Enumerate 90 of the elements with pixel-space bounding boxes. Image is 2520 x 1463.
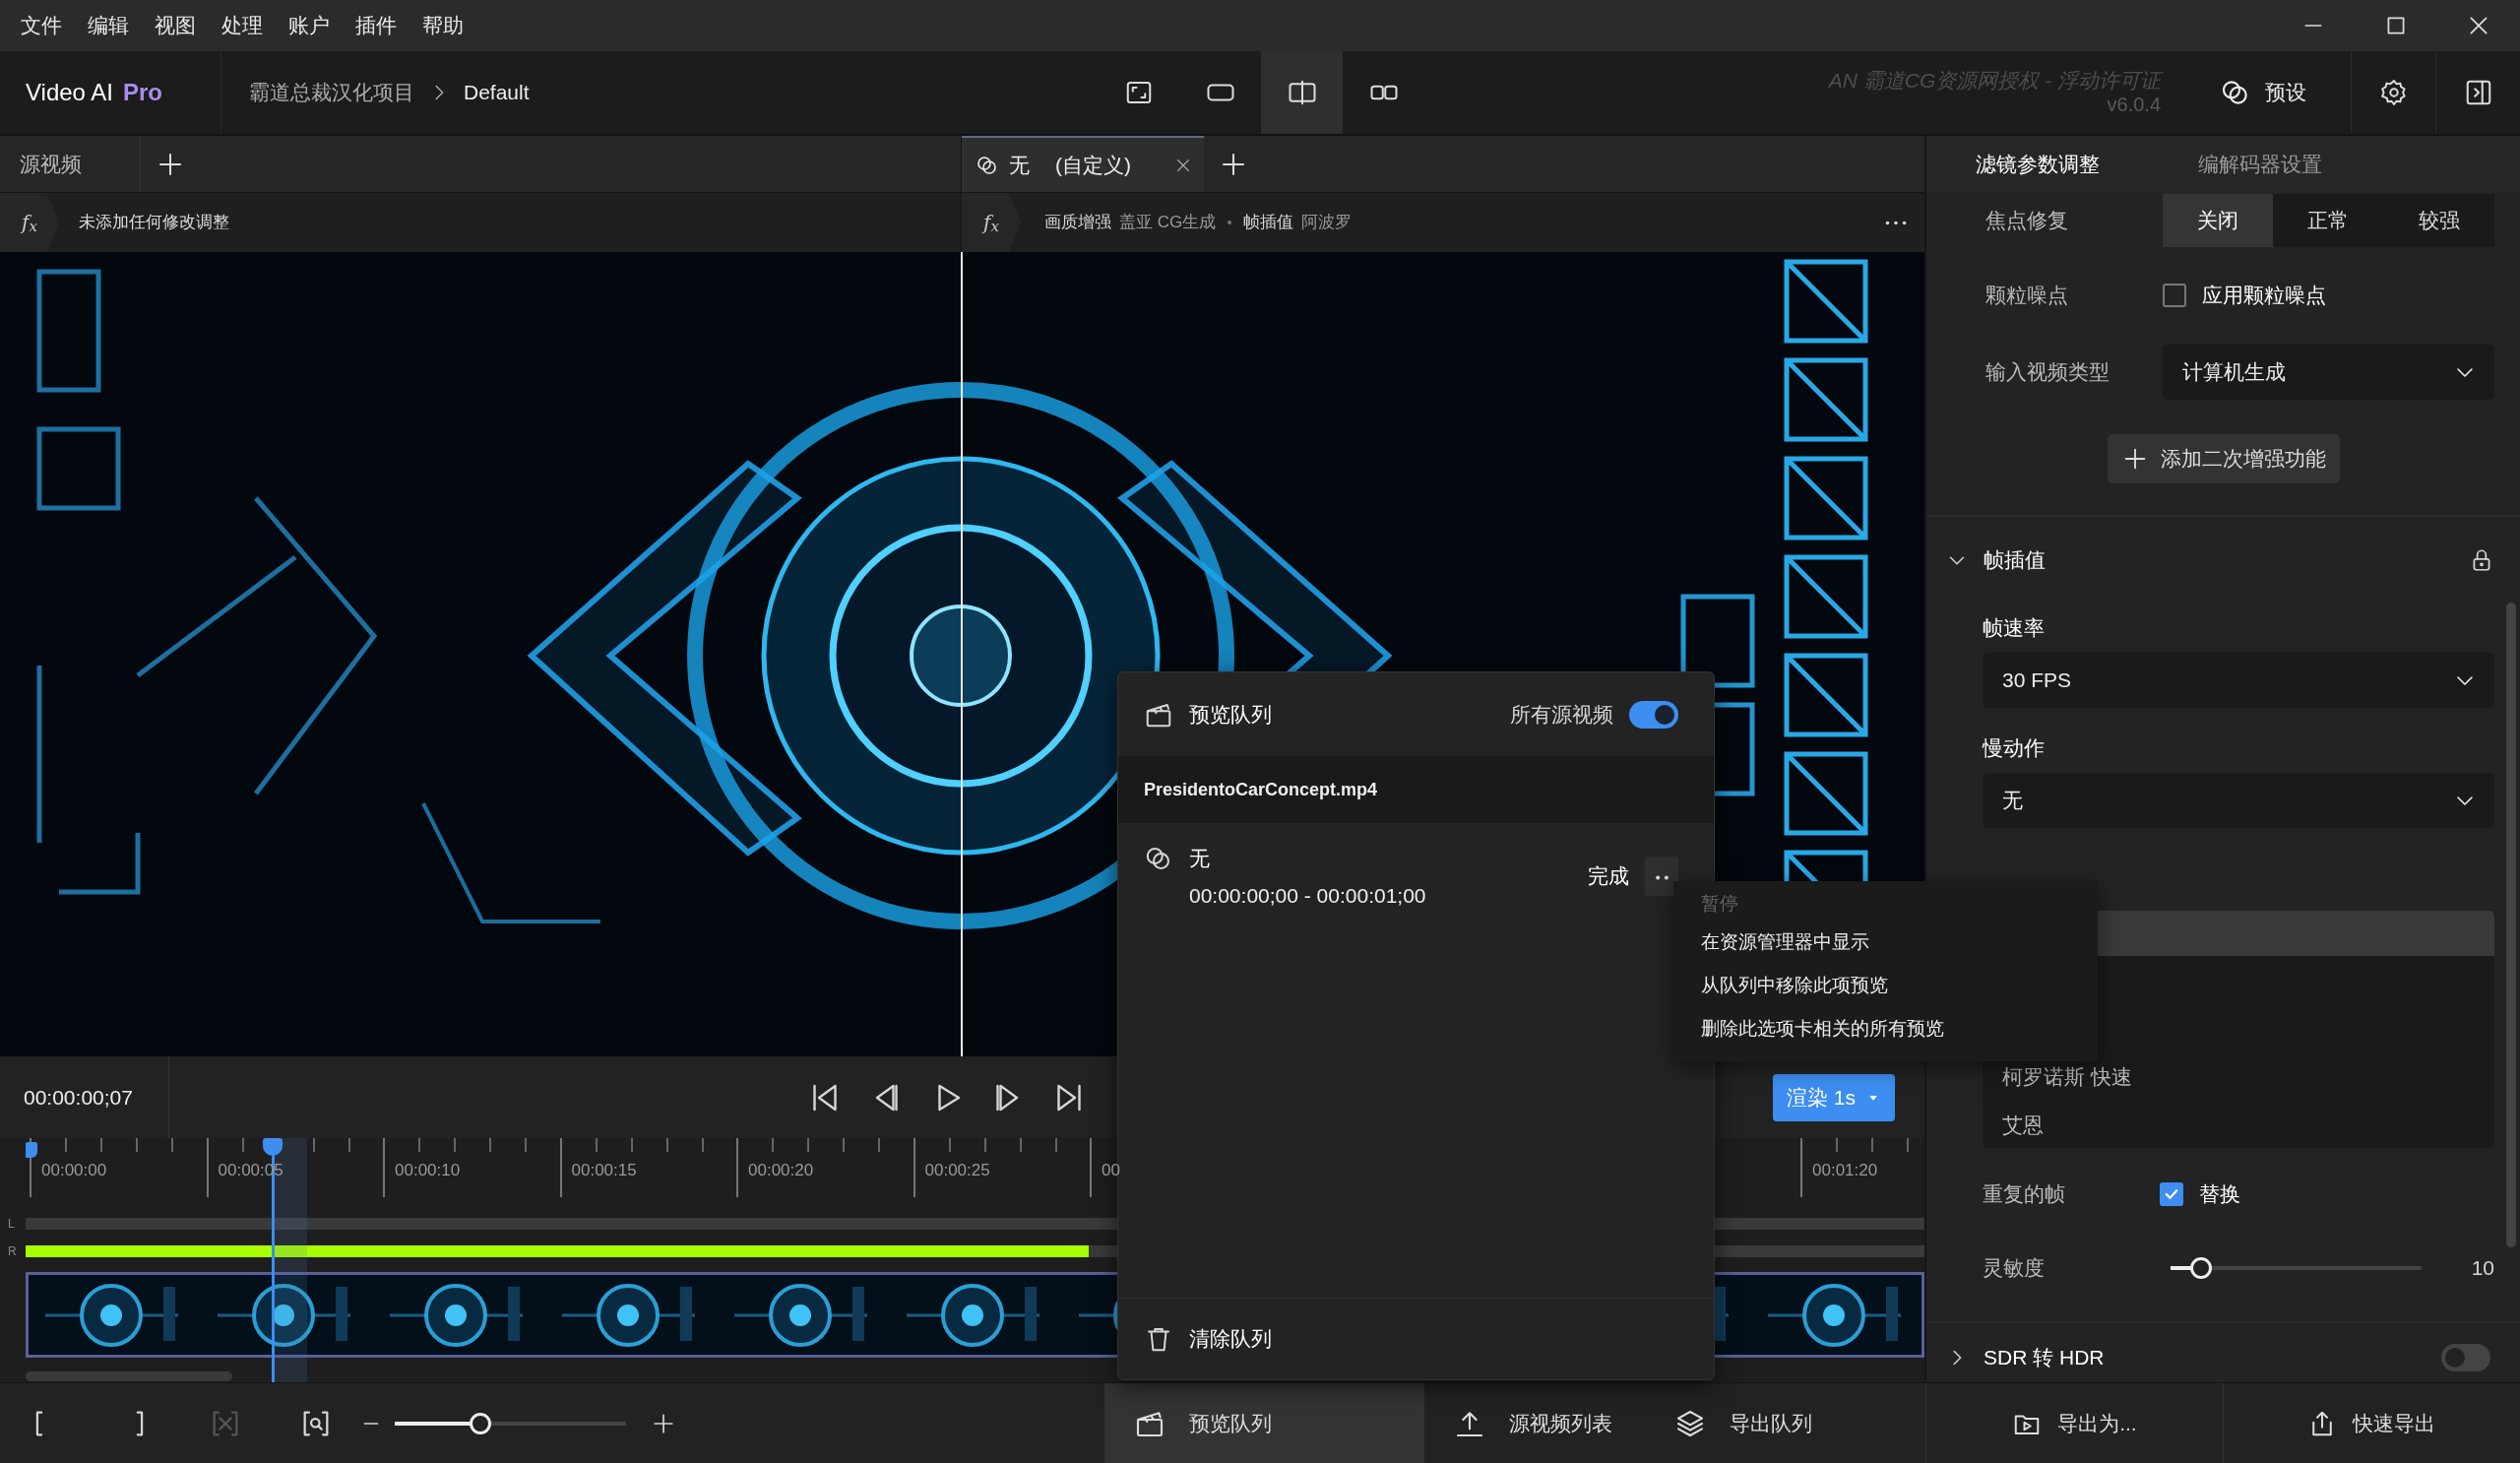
tab-label: (自定义) (1055, 152, 1131, 178)
time-label: 00:00:20 (748, 1161, 814, 1179)
menu-item[interactable]: 文件 (8, 10, 75, 41)
file-name: PresidentoCarConcept.mp4 (1118, 756, 1714, 823)
time-label: 00:00:25 (924, 1161, 990, 1179)
layout-icon (1287, 78, 1317, 107)
more-button[interactable] (1645, 857, 1678, 896)
field-label: 灵敏度 (1983, 1255, 2046, 1282)
checkbox[interactable] (2163, 284, 2186, 307)
slider-thumb[interactable] (2189, 1257, 2212, 1279)
more-icon[interactable] (1885, 220, 1907, 225)
breadcrumb-item[interactable]: 霸道总裁汉化项目 (249, 77, 414, 108)
toggle-switch[interactable] (2441, 1344, 2490, 1371)
scrollbar-thumb[interactable] (26, 1371, 232, 1381)
field-label: 颗粒噪点 (1985, 283, 2069, 309)
channel-label: R (7, 1243, 18, 1260)
checkbox[interactable] (2160, 1182, 2183, 1206)
dropdown[interactable]: 计算机生成 (2163, 345, 2494, 400)
toggle-label: 所有源视频 (1510, 701, 1613, 728)
add-enhancement-button[interactable]: 添加二次增强功能 (2107, 433, 2340, 483)
preview-tab[interactable]: 无 (自定义) (962, 136, 1204, 192)
app-name: Video AI (26, 78, 113, 107)
export-button[interactable]: 快速导出 (2222, 1383, 2520, 1463)
segment-option[interactable]: 正常 (2273, 194, 2384, 247)
checkbox-label: 应用颗粒噪点 (2202, 283, 2326, 309)
filter-name: 帧插值 (1243, 212, 1294, 234)
preview-name: 无 (1189, 846, 1210, 871)
time-label: 00:00:15 (571, 1161, 637, 1179)
export-button[interactable]: 导出为... (1924, 1383, 2223, 1463)
scrollbar-thumb[interactable] (2506, 603, 2516, 1247)
presets-button[interactable]: 预设 (2198, 51, 2351, 134)
separator-dot (1228, 221, 1232, 224)
field-label: 输入视频类型 (1985, 359, 2110, 386)
menu-item[interactable]: 视图 (142, 10, 209, 41)
filter-value: 阿波罗 (1301, 212, 1353, 234)
time-label: 00:00:00 (41, 1161, 107, 1179)
fx-icon[interactable]: f$_{x}$ (0, 193, 59, 252)
panel-tab[interactable]: 编解码器设置 (2149, 148, 2371, 181)
segment-option[interactable]: 关闭 (2163, 194, 2274, 247)
filter-summary: 未添加任何修改调整 (78, 212, 229, 234)
time-label: 00:00:10 (395, 1161, 461, 1179)
filter-value: 盖亚 CG生成 (1119, 212, 1217, 234)
fx-icon[interactable]: f$_{x}$ (962, 193, 1021, 252)
menu-item[interactable]: 插件 (343, 10, 410, 41)
panel-tab[interactable]: 滤镜参数调整 (1926, 148, 2149, 181)
menu-item[interactable]: 从队列中移除此项预览 (1673, 964, 2098, 1007)
segment-option[interactable]: 较强 (2383, 194, 2494, 247)
queue-tab[interactable]: 预览队列 (1104, 1382, 1424, 1463)
channel-label: L (7, 1216, 16, 1233)
in-point-marker[interactable] (26, 1142, 37, 1158)
dropdown-value: 计算机生成 (2182, 359, 2287, 386)
menu-item[interactable]: 账户 (276, 10, 343, 41)
status-label: 完成 (1588, 863, 1629, 890)
queue-tab[interactable]: 导出队列 (1645, 1382, 1925, 1463)
menu-item[interactable]: 在资源管理器中显示 (1673, 921, 2098, 964)
more-icon (1655, 874, 1669, 880)
panel-title: 预览队列 (1189, 701, 1272, 728)
time-label: 00:01:20 (1812, 1161, 1878, 1179)
menu-item[interactable]: 处理 (209, 10, 276, 41)
tab-label: 无 (1009, 152, 1030, 178)
field-label: 重复的帧 (1983, 1181, 2066, 1208)
settings-icon[interactable] (2378, 78, 2409, 107)
clear-queue-link[interactable]: 清除队列 (1189, 1323, 1272, 1355)
dropdown-value: 无 (2002, 788, 2024, 814)
edition-label: Pro (122, 78, 162, 107)
time-label: 00 (1102, 1161, 1120, 1179)
source-tab[interactable]: 源视频 (0, 136, 141, 192)
view-mode-button[interactable] (1261, 51, 1343, 134)
menu-item[interactable]: 帮助 (410, 10, 476, 41)
checkbox-label: 替换 (2199, 1181, 2240, 1208)
list-option[interactable]: 柯罗诺斯 快速 (1983, 1052, 2494, 1101)
queue-tab[interactable]: 源视频列表 (1423, 1382, 1646, 1463)
version-text: v6.0.4 (2106, 93, 2161, 116)
dropdown[interactable]: 30 FPS (1983, 653, 2494, 708)
field-label: 帧速率 (1983, 615, 2046, 642)
slider-value: 10 (2471, 1255, 2494, 1282)
toggle-switch[interactable] (1629, 700, 1678, 729)
section-title: 帧插值 (1984, 547, 2046, 574)
list-option[interactable]: 艾恩 (1983, 1101, 2494, 1148)
breadcrumb-item[interactable]: Default (464, 77, 530, 108)
time-range: 00:00:00;00 - 00:00:01;00 (1189, 882, 1426, 909)
dropdown-value: 30 FPS (2002, 668, 2073, 694)
slider-thumb[interactable] (469, 1412, 491, 1434)
dropdown[interactable]: 无 (1983, 773, 2494, 828)
field-label: 焦点修复 (1985, 208, 2069, 234)
filter-name: 画质增强 (1044, 212, 1111, 234)
section-title: SDR 转 HDR (1984, 1345, 2105, 1371)
field-label: 慢动作 (1983, 735, 2046, 762)
menu-item[interactable]: 删除此选项卡相关的所有预览 (1673, 1007, 2098, 1050)
menu-item[interactable]: 编辑 (75, 10, 142, 41)
